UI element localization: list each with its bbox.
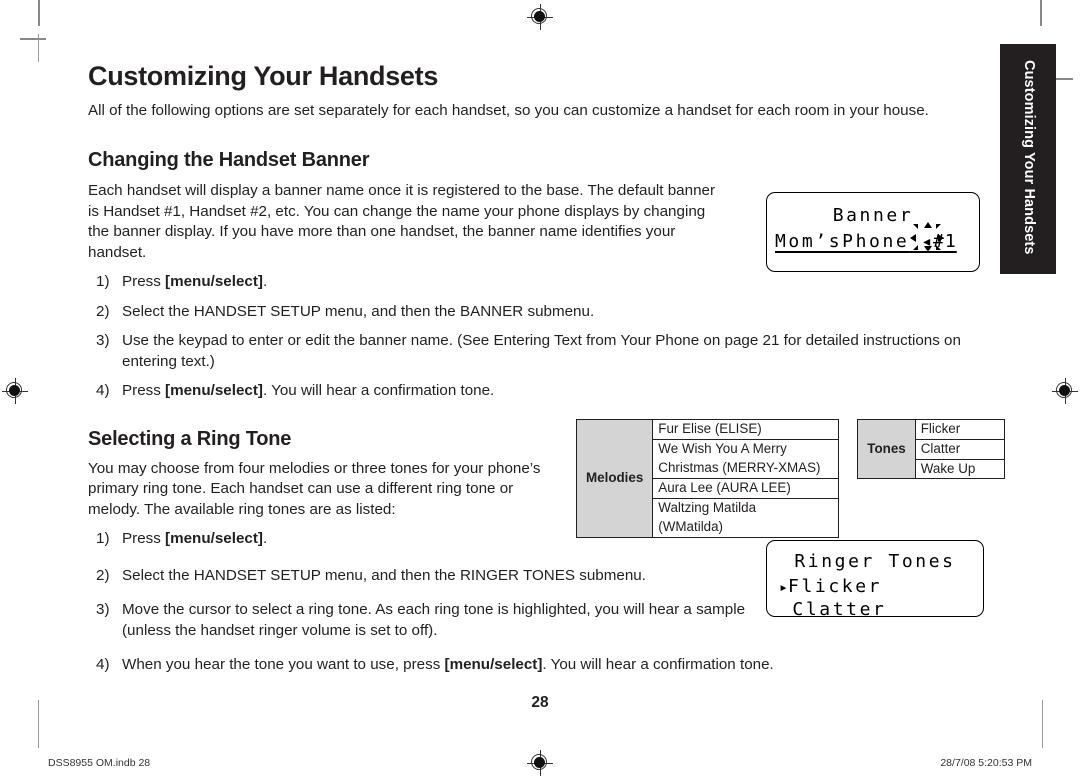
step-text-post: .	[262, 273, 268, 291]
list-item: 3) Use the keypad to enter or edit the ba…	[88, 331, 1002, 372]
step-number: 4)	[96, 382, 110, 400]
step-text-pre: When you hear the tone you want to use, …	[122, 656, 445, 674]
step-text-pre: Press	[122, 382, 166, 400]
lcd-ringer-option-selected: ▸Flicker	[779, 578, 882, 596]
lcd-navigation-cursor-icon	[910, 222, 944, 252]
registration-mark-top-center	[527, 4, 553, 30]
list-item: 4) When you hear the tone you want to use…	[88, 655, 782, 676]
step-number: 3)	[96, 601, 110, 619]
tone-cell: Flicker	[914, 419, 1005, 440]
page-intro-paragraph: All of the following options are set sep…	[88, 101, 929, 119]
lcd-ringer-tones-display: Ringer Tones ▸Flicker Clatter	[766, 540, 984, 620]
step-text-pre: Move the cursor to select a ring tone. A…	[122, 601, 746, 639]
ringtones-table: Melodies Fur Elise (ELISE) Tones Flicker…	[575, 418, 1005, 538]
step-number: 2)	[96, 566, 110, 584]
page-frame-left-rule	[38, 34, 40, 62]
tone-cell: Wake Up	[914, 458, 1005, 480]
chapter-thumb-tab: Customizing Your Handsets	[1000, 44, 1056, 274]
step-text-pre: Select the HANDSET SETUP menu, and then …	[122, 566, 646, 584]
melody-cell: Aura Lee (AURA LEE)	[652, 478, 840, 499]
step-number: 1)	[96, 530, 110, 548]
step-text-post: . You will hear a confirmation tone.	[542, 656, 774, 674]
melody-cell: Waltzing Matilda	[652, 497, 840, 518]
step-text-bold: [menu/select]	[444, 656, 543, 674]
list-item: 2) Select the HANDSET SETUP menu, and the…	[88, 302, 762, 323]
melody-cell: (WMatilda)	[652, 517, 840, 538]
lcd-banner-name-text: Mom’sPhone	[775, 231, 910, 252]
banner-section-body: Each handset will display a banner name …	[88, 182, 716, 261]
step-text-pre: Use the keypad to enter or edit the bann…	[122, 332, 961, 370]
step-number: 2)	[96, 302, 110, 320]
footer-timestamp: 28/7/08 5:20:53 PM	[940, 757, 1032, 769]
melody-cell: We Wish You A Merry	[652, 438, 840, 459]
lcd-banner-display: Banner Mom’sPhone ◂#1	[766, 192, 980, 272]
table-empty-cell	[858, 479, 915, 537]
list-item: 2) Select the HANDSET SETUP menu, and the…	[88, 566, 782, 587]
banner-steps-list: 1) Press [menu/select]. 2) Select the HAND…	[88, 272, 978, 402]
list-item: 3) Move the cursor to select a ring tone.…	[88, 600, 782, 641]
page-title: Customizing Your Handsets	[88, 61, 439, 91]
lcd-ringer-option-selected-label: Flicker	[788, 576, 883, 597]
step-number: 1)	[96, 273, 110, 291]
step-text-bold: [menu/select]	[165, 382, 263, 400]
melodies-header-cell: Melodies	[575, 419, 654, 538]
lcd-banner-title-line: Banner	[832, 205, 914, 226]
page-number: 28	[531, 694, 549, 711]
step-text-post: .	[262, 530, 268, 548]
chapter-thumb-tab-label: Customizing Your Handsets	[1021, 60, 1037, 255]
tones-header-cell: Tones	[857, 418, 916, 480]
table-row: Melodies Fur Elise (ELISE) Tones Flicker	[575, 418, 1005, 538]
step-number: 4)	[96, 656, 110, 674]
ringtone-section-body: You may choose from four melodies or thr…	[88, 459, 541, 518]
registration-mark-right-middle	[1052, 378, 1078, 404]
lcd-ringer-title-line: Ringer Tones	[794, 551, 956, 572]
step-text-bold: [menu/select]	[165, 273, 263, 291]
crop-mark-top-right-vertical	[1040, 0, 1042, 26]
list-item: 1) Press [menu/select].	[88, 529, 552, 550]
lcd-selection-arrow-icon: ▸	[779, 578, 789, 596]
step-text-pre: Press	[122, 530, 166, 548]
step-text-pre: Press	[122, 273, 166, 291]
registration-mark-bottom-center	[527, 750, 553, 776]
melody-cell: Christmas (MERRY-XMAS)	[652, 459, 840, 480]
step-number: 3)	[96, 332, 110, 350]
section-heading-banner: Changing the Handset Banner	[88, 149, 370, 172]
lcd-ringer-option-next: Clatter	[779, 599, 887, 620]
tone-cell: Clatter	[914, 438, 1005, 460]
melody-cell: Fur Elise (ELISE)	[652, 419, 840, 440]
list-item: 4) Press [menu/select]. You will hear a c…	[88, 381, 762, 402]
step-text-post: . You will hear a confirmation tone.	[262, 382, 495, 400]
crop-mark-top-left-vertical	[38, 0, 40, 26]
table-empty-cell	[915, 479, 1004, 537]
footer-filename: DSS8955 OM.indb 28	[48, 757, 151, 769]
list-item: 1) Press [menu/select].	[88, 272, 762, 293]
registration-mark-left-middle	[2, 378, 28, 404]
step-text-bold: [menu/select]	[165, 530, 263, 548]
step-text-pre: Select the HANDSET SETUP menu, and then …	[122, 302, 595, 320]
table-column-gap	[839, 420, 858, 538]
crop-mark-top-left-horizontal	[20, 38, 46, 40]
